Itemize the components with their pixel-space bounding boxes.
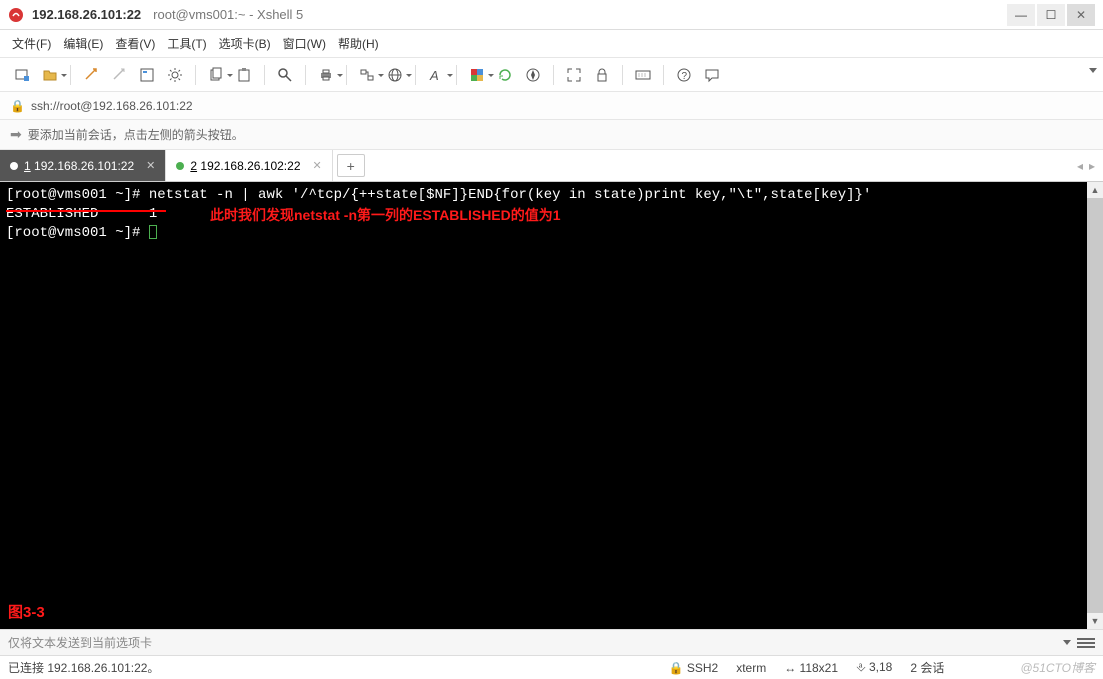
tab-session-2[interactable]: 2 192.168.26.102:22 ✕	[166, 150, 332, 181]
terminal-container: [root@vms001 ~]# netstat -n | awk '/^tcp…	[0, 182, 1103, 629]
toolbar-overflow-icon[interactable]	[1089, 68, 1097, 73]
find-icon[interactable]	[273, 63, 297, 87]
properties-icon[interactable]	[135, 63, 159, 87]
maximize-button[interactable]: ☐	[1037, 4, 1065, 26]
toolbar-separator	[70, 65, 71, 85]
toolbar-separator	[415, 65, 416, 85]
toolbar-separator	[663, 65, 664, 85]
menu-window[interactable]: 窗口(W)	[283, 35, 326, 52]
tab-next-icon[interactable]: ▸	[1089, 159, 1095, 173]
toolbar: A ?	[0, 58, 1103, 92]
status-dot-icon	[10, 162, 18, 170]
toolbar-separator	[622, 65, 623, 85]
titlebar: 192.168.26.101:22 root@vms001:~ - Xshell…	[0, 0, 1103, 30]
font-icon[interactable]: A	[424, 63, 448, 87]
hint-text: 要添加当前会话，点击左侧的箭头按钮。	[28, 126, 244, 143]
send-menu-icon[interactable]	[1077, 638, 1095, 648]
feedback-icon[interactable]	[700, 63, 724, 87]
lock-icon[interactable]	[590, 63, 614, 87]
toolbar-separator	[346, 65, 347, 85]
annotation-underline	[6, 210, 166, 212]
window-title-sub: root@vms001:~ - Xshell 5	[153, 7, 303, 22]
close-button[interactable]: ✕	[1067, 4, 1095, 26]
status-size: ↔ 118x21	[784, 661, 838, 675]
send-input[interactable]: 仅将文本发送到当前选项卡	[8, 634, 1057, 651]
menu-view[interactable]: 查看(V)	[115, 35, 155, 52]
send-dropdown-icon[interactable]	[1063, 640, 1071, 645]
tab-label: 2 192.168.26.102:22	[190, 159, 300, 173]
tab-close-icon[interactable]: ✕	[146, 159, 155, 172]
terminal-scrollbar[interactable]: ▲ ▼	[1087, 182, 1103, 629]
tab-close-icon[interactable]: ✕	[313, 159, 322, 172]
toolbar-separator	[305, 65, 306, 85]
keyboard-icon[interactable]	[631, 63, 655, 87]
cursor-icon	[149, 225, 157, 239]
statusbar: 已连接 192.168.26.101:22。 🔒 SSH2 xterm ↔ 11…	[0, 655, 1103, 679]
scroll-thumb[interactable]	[1087, 198, 1103, 613]
app-icon	[8, 7, 24, 23]
toolbar-separator	[264, 65, 265, 85]
transfer-icon[interactable]	[355, 63, 379, 87]
tab-add-button[interactable]: +	[337, 154, 365, 177]
tab-nav: ◂ ▸	[1077, 150, 1095, 181]
globe-icon[interactable]	[383, 63, 407, 87]
tab-prev-icon[interactable]: ◂	[1077, 159, 1083, 173]
lock-small-icon: 🔒	[10, 99, 25, 113]
status-term: xterm	[736, 661, 766, 675]
tab-label: 1 192.168.26.101:22	[24, 159, 134, 173]
menu-file[interactable]: 文件(F)	[12, 35, 51, 52]
terminal[interactable]: [root@vms001 ~]# netstat -n | awk '/^tcp…	[0, 182, 1087, 629]
address-text[interactable]: ssh://root@192.168.26.101:22	[31, 99, 193, 113]
scroll-up-icon[interactable]: ▲	[1087, 182, 1103, 198]
new-session-icon[interactable]	[10, 63, 34, 87]
figure-label: 图3-3	[8, 603, 45, 623]
refresh-icon[interactable]	[493, 63, 517, 87]
watermark: @51CTO博客	[1020, 659, 1095, 676]
window-title-host: 192.168.26.101:22	[32, 7, 141, 22]
addressbar: 🔒 ssh://root@192.168.26.101:22	[0, 92, 1103, 120]
status-dot-icon	[176, 162, 184, 170]
svg-text:?: ?	[682, 71, 688, 82]
compass-icon[interactable]	[521, 63, 545, 87]
annotation-text: 此时我们发现netstat -n第一列的ESTABLISHED的值为1	[210, 206, 561, 225]
minimize-button[interactable]: —	[1007, 4, 1035, 26]
status-proto: 🔒 SSH2	[669, 661, 719, 675]
sendbar: 仅将文本发送到当前选项卡	[0, 629, 1103, 655]
status-connected: 已连接 192.168.26.101:22。	[8, 659, 651, 676]
toolbar-separator	[456, 65, 457, 85]
hint-arrow-icon[interactable]: ➡	[10, 126, 22, 143]
paste-icon[interactable]	[232, 63, 256, 87]
menu-help[interactable]: 帮助(H)	[338, 35, 379, 52]
tab-session-1[interactable]: 1 192.168.26.101:22 ✕	[0, 150, 166, 181]
menubar: 文件(F) 编辑(E) 查看(V) 工具(T) 选项卡(B) 窗口(W) 帮助(…	[0, 30, 1103, 58]
fullscreen-icon[interactable]	[562, 63, 586, 87]
scroll-down-icon[interactable]: ▼	[1087, 613, 1103, 629]
copy-icon[interactable]	[204, 63, 228, 87]
status-pos: ⎀ 3,18	[856, 660, 892, 675]
toolbar-separator	[553, 65, 554, 85]
reconnect-icon[interactable]	[79, 63, 103, 87]
menu-edit[interactable]: 编辑(E)	[63, 35, 103, 52]
menu-tabs[interactable]: 选项卡(B)	[219, 35, 271, 52]
settings-gear-icon[interactable]	[163, 63, 187, 87]
color-scheme-icon[interactable]	[465, 63, 489, 87]
print-icon[interactable]	[314, 63, 338, 87]
hintbar: ➡ 要添加当前会话，点击左侧的箭头按钮。	[0, 120, 1103, 150]
menu-tools[interactable]: 工具(T)	[167, 35, 206, 52]
open-session-icon[interactable]	[38, 63, 62, 87]
toolbar-separator	[195, 65, 196, 85]
svg-text:A: A	[429, 68, 439, 83]
disconnect-icon[interactable]	[107, 63, 131, 87]
status-sessions: 2 会话	[910, 659, 944, 676]
help-icon[interactable]: ?	[672, 63, 696, 87]
tabbar: 1 192.168.26.101:22 ✕ 2 192.168.26.102:2…	[0, 150, 1103, 182]
